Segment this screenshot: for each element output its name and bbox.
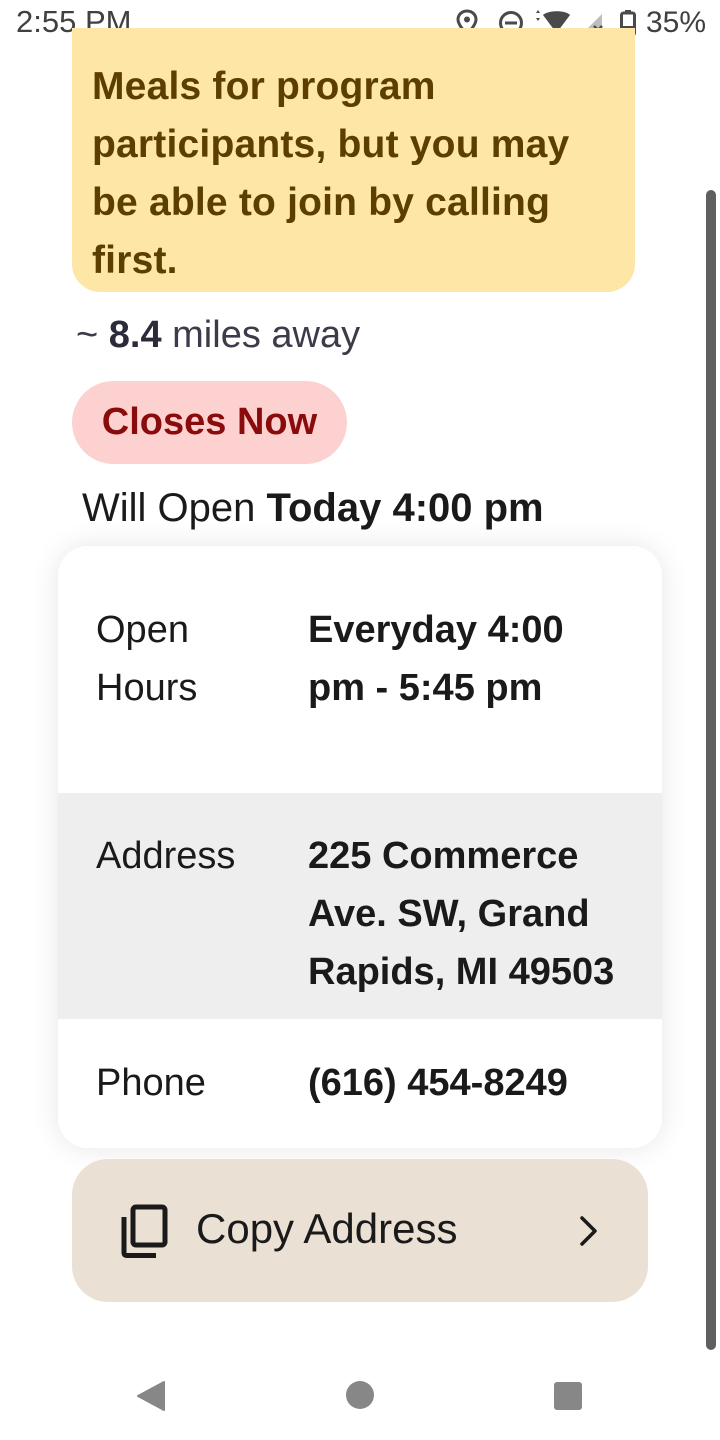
- detail-row-phone: Phone (616) 454-8249: [58, 1019, 662, 1148]
- distance-value: 8.4: [108, 314, 162, 356]
- phone-value[interactable]: (616) 454-8249: [308, 1054, 658, 1112]
- recent-apps-icon[interactable]: [554, 1382, 582, 1410]
- distance-prefix: ~: [76, 314, 99, 356]
- next-open-prefix: Will Open: [82, 486, 256, 530]
- detail-row-address: Address 225 Commerce Ave. SW, Grand Rapi…: [58, 793, 662, 1019]
- distance-suffix: miles away: [172, 314, 361, 356]
- scrollbar[interactable]: [706, 190, 716, 1350]
- chevron-right-icon: [580, 1216, 597, 1246]
- eligibility-note-text: Meals for program participants, but you …: [92, 65, 570, 282]
- hours-label: Open Hours: [96, 609, 198, 709]
- phone-label: Phone: [96, 1062, 206, 1104]
- address-value[interactable]: 225 Commerce Ave. SW, Grand Rapids, MI 4…: [308, 827, 658, 1001]
- copy-address-label: Copy Address: [196, 1205, 458, 1252]
- copy-icon: [121, 1204, 168, 1258]
- next-open-text: Will Open Today 4:00 pm: [82, 486, 544, 531]
- eligibility-note: Meals for program participants, but you …: [72, 28, 635, 292]
- distance-text: ~ 8.4 miles away: [76, 314, 360, 357]
- next-open-time: Today 4:00 pm: [266, 486, 544, 530]
- back-icon[interactable]: [136, 1380, 166, 1412]
- address-label: Address: [96, 835, 236, 877]
- hours-value: Everyday 4:00 pm - 5:45 pm: [308, 609, 564, 709]
- status-badge-label: Closes Now: [101, 401, 318, 443]
- copy-address-button[interactable]: Copy Address: [72, 1159, 648, 1302]
- details-card: Open Hours Everyday 4:00 pm - 5:45 pm Ad…: [58, 546, 662, 1148]
- battery-percent: 35%: [645, 6, 706, 39]
- detail-row-hours: Open Hours Everyday 4:00 pm - 5:45 pm: [58, 546, 662, 793]
- status-badge: Closes Now: [72, 381, 347, 464]
- home-icon[interactable]: [346, 1381, 374, 1409]
